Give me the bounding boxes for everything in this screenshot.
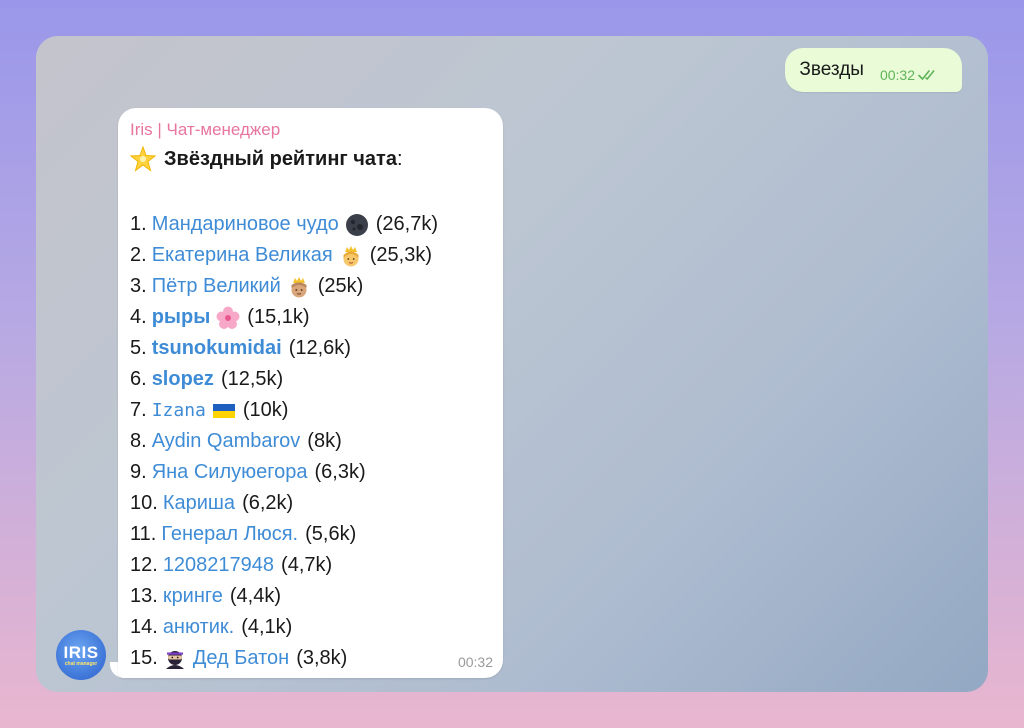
rank-number: 3. — [130, 275, 147, 297]
rating-item: 5. tsunokumidai (12,6k) — [130, 333, 438, 364]
score: (4,4k) — [229, 585, 282, 607]
rating-item: 15. Дед Батон (3,8k) — [130, 643, 438, 674]
outgoing-message-text: Звезды — [799, 59, 864, 80]
rating-heading-colon: : — [396, 147, 403, 170]
user-link[interactable]: tsunokumidai — [152, 333, 282, 364]
user-link[interactable]: Екатерина Великая — [152, 240, 333, 271]
user-link[interactable]: кринге — [163, 581, 223, 612]
ukraine-flag-emoji-icon — [212, 403, 235, 418]
user-link[interactable]: slopez — [152, 364, 214, 395]
user-link[interactable]: анютик. — [163, 612, 234, 643]
double-check-icon — [918, 70, 935, 80]
outgoing-message-meta: 00:32 — [880, 67, 938, 83]
user-link[interactable]: Кариша — [163, 488, 235, 519]
user-link[interactable]: Генерал Люся. — [161, 519, 298, 550]
rank-number: 2. — [130, 244, 147, 266]
score: (5,6k) — [305, 523, 357, 545]
rank-number: 10. — [130, 492, 158, 514]
rank-number: 6. — [130, 368, 147, 390]
rating-item: 8. Aydin Qambarov (8k) — [130, 426, 438, 457]
rating-item: 4. рыры (15,1k) — [130, 302, 438, 333]
iris-avatar[interactable]: IRIS chat manager — [56, 630, 106, 680]
rank-number: 11. — [130, 523, 157, 545]
ninja-emoji-icon — [165, 650, 184, 669]
rating-heading: Звёздный рейтинг чата : — [130, 146, 403, 172]
incoming-message-time: 00:32 — [457, 654, 493, 670]
rating-item: 13. кринге (4,4k) — [130, 581, 438, 612]
score: (6,3k) — [314, 461, 366, 483]
score: (12,6k) — [288, 337, 351, 359]
rank-number: 14. — [130, 616, 158, 638]
score: (4,7k) — [281, 554, 333, 576]
user-link[interactable]: 1208217948 — [163, 550, 274, 581]
rating-item: 2. Екатерина Великая (25,3k) — [130, 240, 438, 271]
user-link[interactable]: рыры — [152, 302, 211, 333]
rating-item: 7. Izana⁢⁢ (10k) — [130, 395, 438, 426]
score: (3,8k) — [296, 647, 348, 669]
rank-number: 9. — [130, 461, 147, 483]
rank-number: 15. — [130, 647, 158, 669]
rating-item: 9. Яна Силуюегора (6,3k) — [130, 457, 438, 488]
user-link[interactable]: Izana⁢⁢ — [152, 395, 206, 426]
outgoing-message[interactable]: Звезды 00:32 — [785, 48, 962, 92]
outgoing-message-time: 00:32 — [879, 67, 915, 83]
rank-number: 4. — [130, 306, 147, 328]
score: (15,1k) — [247, 306, 310, 328]
moon-emoji-icon — [345, 213, 368, 236]
rating-item: 10. Кариша (6,2k) — [130, 488, 438, 519]
rank-number: 13. — [130, 585, 158, 607]
rating-item: 14. анютик. (4,1k) — [130, 612, 438, 643]
rank-number: 1. — [130, 213, 147, 235]
user-link[interactable]: Пётр Великий — [152, 271, 281, 302]
rank-number: 5. — [130, 337, 147, 359]
avatar-logo-text: IRIS — [63, 642, 99, 662]
princess-emoji-icon — [343, 245, 359, 266]
sender-name[interactable]: Iris | Чат-менеджер — [130, 120, 280, 140]
user-link[interactable]: Дед Батон — [193, 643, 289, 674]
rank-number: 12. — [130, 554, 158, 576]
rating-item: 11. Генерал Люся. (5,6k) — [130, 519, 438, 550]
score: (4,1k) — [241, 616, 293, 638]
score: (8k) — [307, 430, 342, 452]
rank-number: 7. — [130, 399, 147, 421]
chat-window: Звезды 00:32 Iris | Чат-менеджер Звёздны… — [36, 36, 988, 692]
score: (26,7k) — [375, 213, 438, 235]
rank-number: 8. — [130, 430, 147, 452]
score: (6,2k) — [242, 492, 294, 514]
rating-heading-text: Звёздный рейтинг чата — [164, 147, 397, 170]
score: (12,5k) — [220, 368, 284, 390]
rating-item: 6. slopez (12,5k) — [130, 364, 438, 395]
score: (25,3k) — [369, 244, 433, 266]
rating-item: 3. Пётр Великий (25k) — [130, 271, 438, 302]
prince-emoji-icon — [291, 276, 307, 297]
rating-item: 1. Мандариновое чудо (26,7k) — [130, 209, 438, 240]
avatar-logo-subtext: chat manager — [64, 660, 98, 667]
user-link[interactable]: Мандариновое чудо — [152, 209, 339, 240]
user-link[interactable]: Aydin Qambarov — [152, 426, 301, 457]
cherry-blossom-emoji-icon — [216, 306, 240, 329]
incoming-message[interactable]: Iris | Чат-менеджер Звёздный рейтинг чат… — [118, 108, 503, 678]
rating-list: 1. Мандариновое чудо (26,7k) 2. Екатерин… — [130, 209, 438, 674]
glowing-star-icon — [130, 146, 156, 172]
user-link[interactable]: Яна Силуюегора — [152, 457, 308, 488]
score: (10k) — [242, 399, 289, 421]
score: (25k) — [317, 275, 364, 297]
rating-item: 12. 1208217948 (4,7k) — [130, 550, 438, 581]
